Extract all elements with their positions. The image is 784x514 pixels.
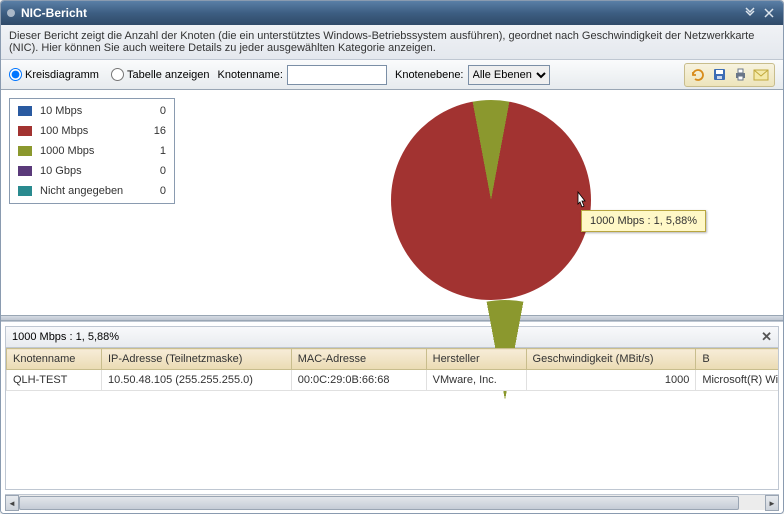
pie-chart[interactable] <box>391 100 591 300</box>
swatch-icon <box>18 126 32 136</box>
save-icon[interactable] <box>710 66 728 84</box>
cell-vendor: VMware, Inc. <box>426 370 526 391</box>
legend: 10 Mbps0 100 Mbps16 1000 Mbps1 10 Gbps0 … <box>9 98 175 204</box>
nodelevel-select[interactable]: Alle Ebenen <box>468 65 550 85</box>
col-speed[interactable]: Geschwindigkeit (MBit/s) <box>526 349 696 370</box>
detail-panel: 1000 Mbps : 1, 5,88% ✕ Knotenname IP-Adr… <box>1 321 783 513</box>
swatch-icon <box>18 146 32 156</box>
chart-tooltip: 1000 Mbps : 1, 5,88% <box>581 210 706 232</box>
swatch-icon <box>18 106 32 116</box>
report-description: Dieser Bericht zeigt die Anzahl der Knot… <box>1 25 783 60</box>
col-vendor[interactable]: Hersteller <box>426 349 526 370</box>
col-nodename[interactable]: Knotenname <box>7 349 102 370</box>
close-icon[interactable] <box>761 5 777 21</box>
radio-pie[interactable]: Kreisdiagramm <box>9 68 99 81</box>
collapse-icon[interactable] <box>742 5 758 21</box>
table-row[interactable]: QLH-TEST 10.50.48.105 (255.255.255.0) 00… <box>7 370 780 391</box>
cell-mac: 00:0C:29:0B:66:68 <box>291 370 426 391</box>
nodename-field: Knotenname: <box>218 65 387 85</box>
cell-b: Microsoft(R) Windo <box>696 370 779 391</box>
detail-grid-wrap: Knotenname IP-Adresse (Teilnetzmaske) MA… <box>5 348 779 490</box>
title-bullet-icon <box>7 9 15 17</box>
cell-speed: 1000 <box>526 370 696 391</box>
scroll-left-icon[interactable]: ◄ <box>5 495 19 511</box>
scroll-thumb[interactable] <box>19 496 739 510</box>
legend-item[interactable]: Nicht angegeben0 <box>12 181 172 201</box>
view-mode-group: Kreisdiagramm Tabelle anzeigen <box>9 68 210 81</box>
detail-close-icon[interactable]: ✕ <box>761 329 772 345</box>
chart-area: 10 Mbps0 100 Mbps16 1000 Mbps1 10 Gbps0 … <box>1 90 783 315</box>
detail-grid: Knotenname IP-Adresse (Teilnetzmaske) MA… <box>6 348 779 391</box>
legend-label: Nicht angegeben <box>40 185 150 197</box>
titlebar: NIC-Bericht <box>1 1 783 25</box>
nodelevel-label: Knotenebene: <box>395 69 464 81</box>
radio-pie-label: Kreisdiagramm <box>25 69 99 81</box>
mail-icon[interactable] <box>752 66 770 84</box>
legend-item[interactable]: 10 Gbps0 <box>12 161 172 181</box>
legend-item[interactable]: 100 Mbps16 <box>12 121 172 141</box>
swatch-icon <box>18 166 32 176</box>
radio-table[interactable]: Tabelle anzeigen <box>111 68 210 81</box>
toolbar-actions <box>684 63 775 87</box>
scroll-right-icon[interactable]: ► <box>765 495 779 511</box>
legend-value: 0 <box>150 165 166 177</box>
radio-table-input[interactable] <box>111 68 124 81</box>
col-b[interactable]: B <box>696 349 779 370</box>
legend-label: 1000 Mbps <box>40 145 150 157</box>
nodename-label: Knotenname: <box>218 69 283 81</box>
legend-label: 10 Mbps <box>40 105 150 117</box>
detail-header: 1000 Mbps : 1, 5,88% ✕ <box>5 326 779 348</box>
cell-ip: 10.50.48.105 (255.255.255.0) <box>101 370 291 391</box>
legend-label: 10 Gbps <box>40 165 150 177</box>
radio-table-label: Tabelle anzeigen <box>127 69 210 81</box>
nodelevel-field: Knotenebene: Alle Ebenen <box>395 65 550 85</box>
legend-value: 1 <box>150 145 166 157</box>
col-ip[interactable]: IP-Adresse (Teilnetzmaske) <box>101 349 291 370</box>
swatch-icon <box>18 186 32 196</box>
horizontal-scrollbar[interactable]: ◄ ► <box>5 494 779 510</box>
pie-main[interactable] <box>391 100 591 300</box>
legend-item[interactable]: 1000 Mbps1 <box>12 141 172 161</box>
print-icon[interactable] <box>731 66 749 84</box>
nodename-input[interactable] <box>287 65 387 85</box>
legend-value: 0 <box>150 185 166 197</box>
detail-title: 1000 Mbps : 1, 5,88% <box>12 331 119 343</box>
refresh-icon[interactable] <box>689 66 707 84</box>
report-window: NIC-Bericht Dieser Bericht zeigt die Anz… <box>0 0 784 514</box>
legend-label: 100 Mbps <box>40 125 150 137</box>
cell-nodename: QLH-TEST <box>7 370 102 391</box>
toolbar: Kreisdiagramm Tabelle anzeigen Knotennam… <box>1 60 783 90</box>
legend-value: 16 <box>150 125 166 137</box>
grid-header-row: Knotenname IP-Adresse (Teilnetzmaske) MA… <box>7 349 780 370</box>
legend-value: 0 <box>150 105 166 117</box>
legend-item[interactable]: 10 Mbps0 <box>12 101 172 121</box>
radio-pie-input[interactable] <box>9 68 22 81</box>
col-mac[interactable]: MAC-Adresse <box>291 349 426 370</box>
window-title: NIC-Bericht <box>21 6 87 20</box>
